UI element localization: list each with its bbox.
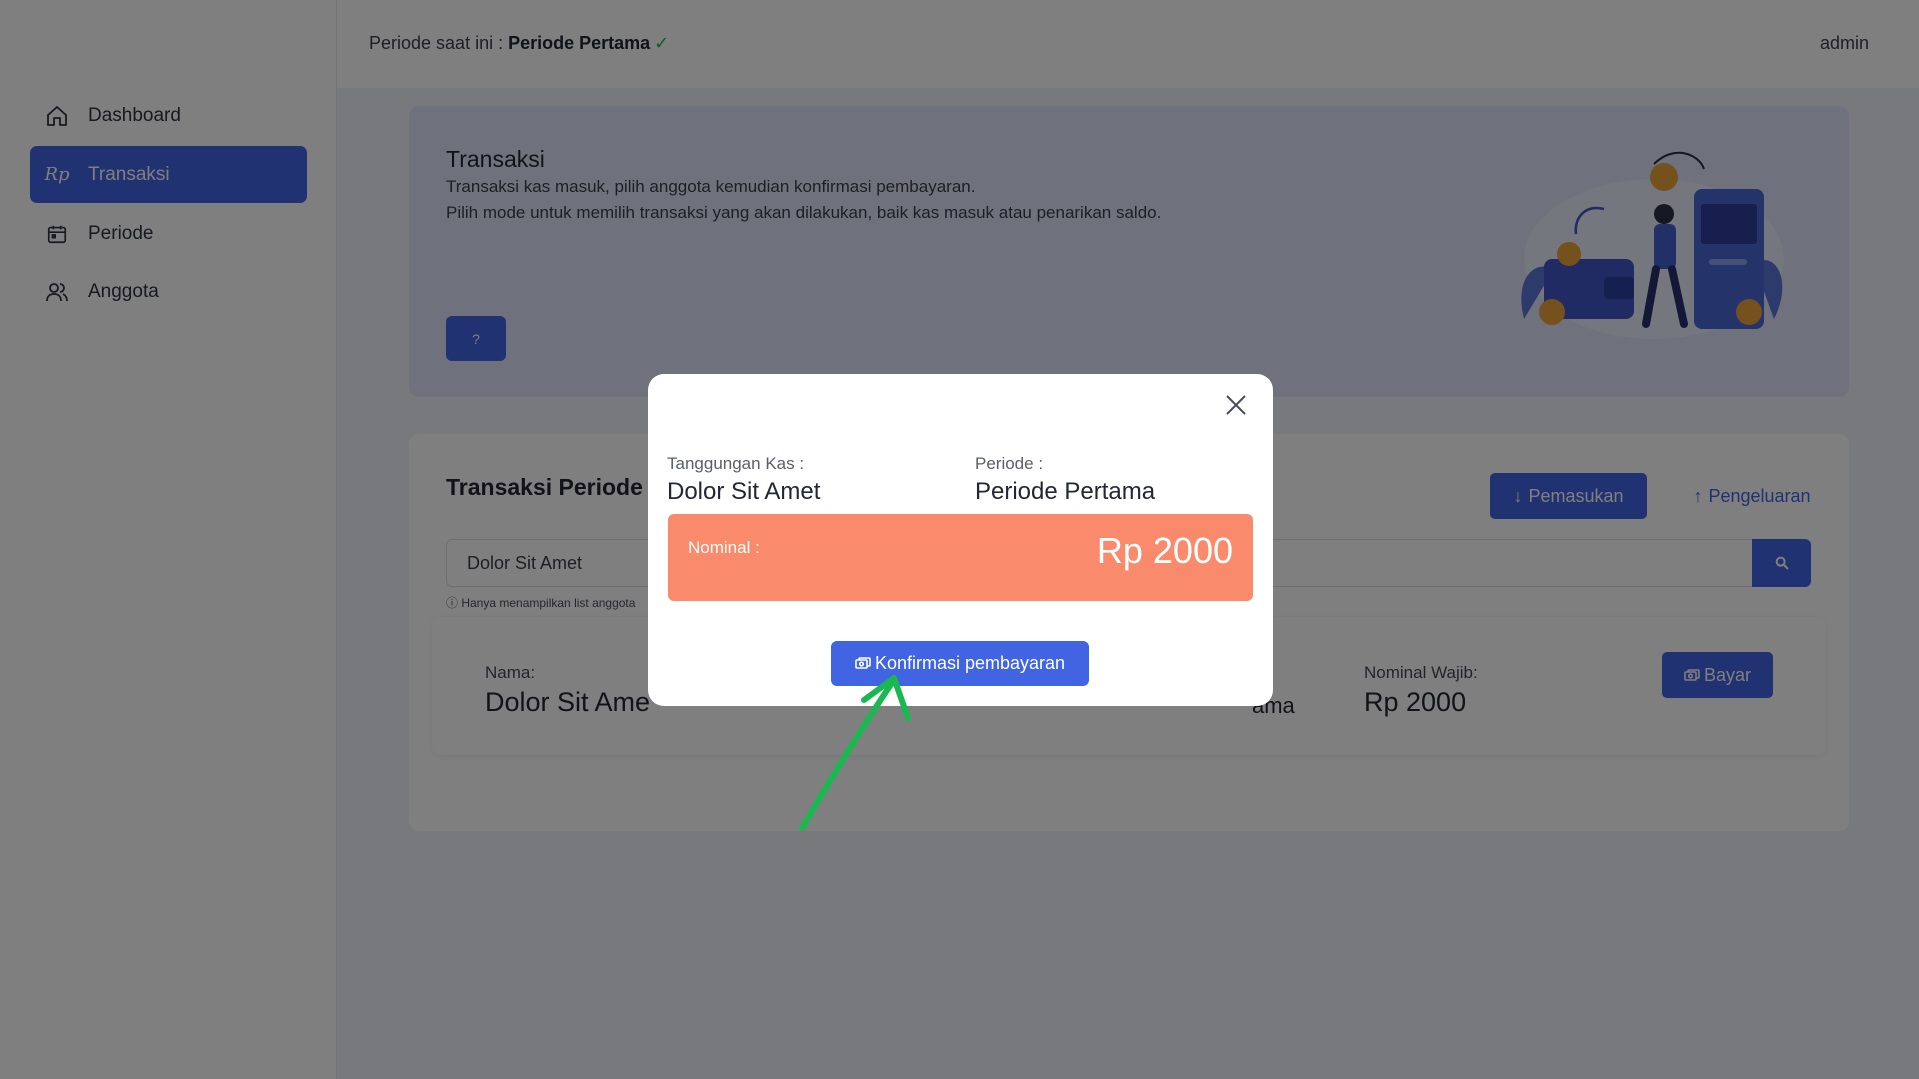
periode-label: Periode :	[975, 454, 1044, 473]
close-icon	[1226, 395, 1246, 415]
nominal-box: Nominal : Rp 2000	[668, 514, 1253, 601]
tanggungan-label: Tanggungan Kas :	[667, 454, 805, 473]
annotation-arrow-icon	[799, 675, 911, 831]
nominal-value: Rp 2000	[1096, 530, 1233, 571]
payment-confirm-modal: Tanggungan Kas : Dolor Sit Amet Periode …	[648, 374, 1273, 706]
close-button[interactable]	[1221, 390, 1251, 420]
periode-value: Periode Pertama	[975, 478, 1156, 505]
nominal-label: Nominal :	[688, 538, 760, 557]
tanggungan-value: Dolor Sit Amet	[667, 478, 821, 505]
